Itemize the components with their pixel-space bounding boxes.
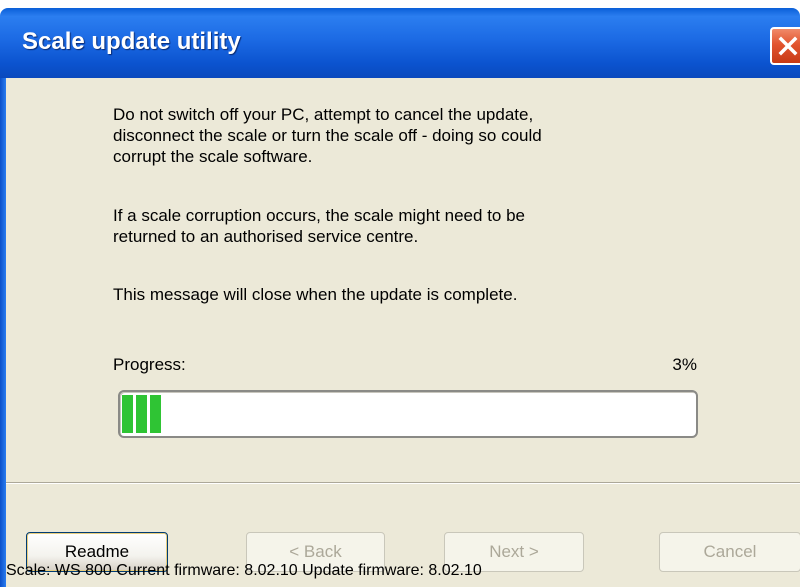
close-icon: [778, 36, 798, 56]
warning-text: Do not switch off your PC, attempt to ca…: [113, 105, 542, 166]
cancel-button[interactable]: Cancel: [659, 532, 800, 572]
update-dialog-window: Scale update utility Do not switch off y…: [0, 0, 800, 587]
close-button[interactable]: [770, 27, 800, 65]
progress-bar: [118, 390, 698, 438]
corruption-note: If a scale corruption occurs, the scale …: [113, 206, 526, 246]
progress-percent: 3%: [672, 355, 697, 374]
firmware-status: Scale: WS 800 Current firmware: 8.02.10 …: [6, 562, 482, 579]
separator-line: [6, 482, 800, 484]
window-title: Scale update utility: [22, 28, 241, 55]
title-bar[interactable]: Scale update utility: [0, 8, 800, 78]
progress-fill: [122, 395, 164, 433]
close-note: This message will close when the update …: [113, 285, 518, 304]
progress-label: Progress:: [113, 355, 186, 374]
